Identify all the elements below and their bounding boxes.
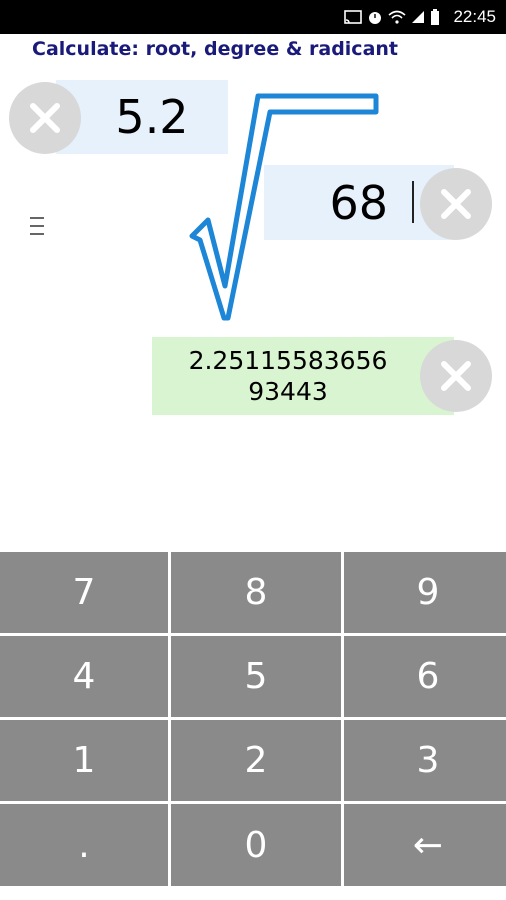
result-line-1: 2.25115583656 — [188, 346, 388, 375]
result-line-2: 93443 — [248, 377, 328, 406]
key-decimal[interactable]: . — [0, 804, 168, 886]
radicand-value: 68 — [329, 175, 388, 230]
key-5[interactable]: 5 — [171, 636, 341, 717]
key-1[interactable]: 1 — [0, 720, 168, 801]
backspace-button[interactable]: ← — [344, 804, 506, 886]
degree-input[interactable]: 5.2 — [56, 80, 228, 154]
keypad: 7 8 9 4 5 6 1 2 3 . 0 ← — [0, 552, 506, 900]
key-6[interactable]: 6 — [344, 636, 506, 717]
degree-value: 5.2 — [115, 90, 189, 144]
text-cursor — [412, 181, 414, 223]
key-4[interactable]: 4 — [0, 636, 168, 717]
result-display: 2.25115583656 93443 — [152, 337, 454, 415]
clear-degree-button[interactable] — [9, 82, 81, 154]
alarm-icon — [369, 12, 381, 24]
signal-icon — [412, 11, 424, 23]
key-9[interactable]: 9 — [344, 552, 506, 633]
wifi-icon — [388, 10, 406, 24]
key-3[interactable]: 3 — [344, 720, 506, 801]
close-icon — [30, 103, 60, 133]
key-2[interactable]: 2 — [171, 720, 341, 801]
cast-icon — [344, 10, 362, 24]
battery-icon — [431, 9, 439, 25]
key-0[interactable]: 0 — [171, 804, 341, 886]
close-icon — [441, 361, 471, 391]
clear-radicand-button[interactable] — [420, 168, 492, 240]
clear-result-button[interactable] — [420, 340, 492, 412]
close-icon — [441, 189, 471, 219]
status-icons — [344, 9, 440, 25]
key-7[interactable]: 7 — [0, 552, 168, 633]
status-bar: 22:45 — [0, 0, 506, 34]
menu-icon[interactable] — [30, 217, 44, 245]
status-time: 22:45 — [453, 7, 496, 26]
key-8[interactable]: 8 — [171, 552, 341, 633]
page-title: Calculate: root, degree & radicant — [32, 38, 399, 60]
